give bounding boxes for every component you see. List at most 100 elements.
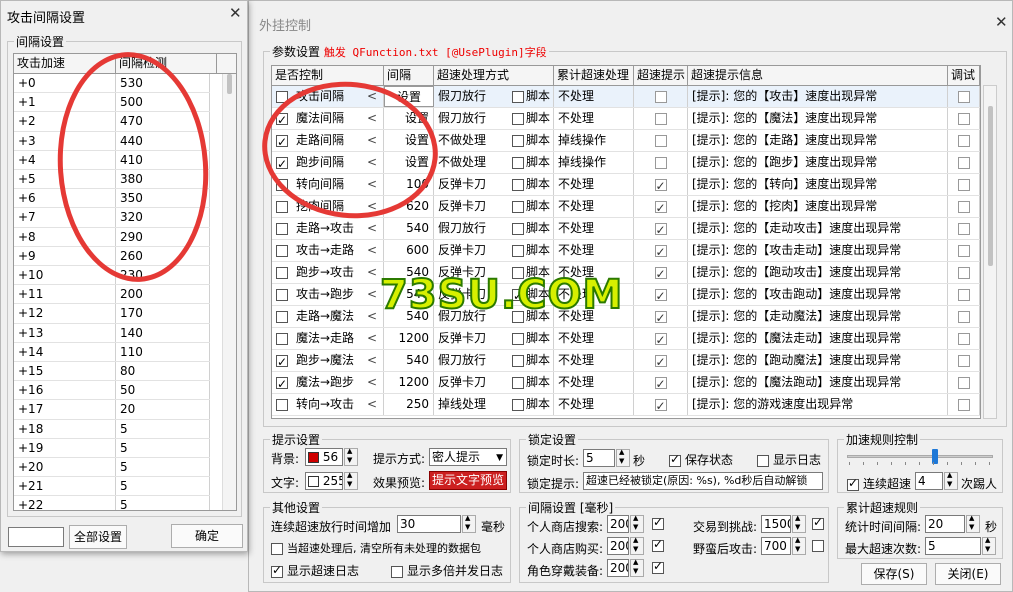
interval-cell[interactable]: 5 bbox=[116, 458, 210, 477]
control-checkbox[interactable] bbox=[276, 200, 288, 213]
control-cell[interactable]: 走路间隔 < bbox=[272, 130, 384, 151]
tip-message-cell[interactable]: [提示]: 您的【转向】速度出现异常 bbox=[688, 174, 948, 195]
debug-checkbox[interactable] bbox=[957, 266, 970, 279]
trade-checkbox[interactable] bbox=[812, 515, 824, 530]
tip-checkbox[interactable] bbox=[654, 396, 667, 415]
save-state-checkbox[interactable]: 保存状态 bbox=[669, 451, 733, 468]
text-color-swatch[interactable] bbox=[308, 476, 319, 487]
table-row[interactable]: 攻击间隔 < 设置 假刀放行 脚本 不处理 [提示]: 您的【攻击】速度出现异常 bbox=[272, 86, 980, 108]
shop-buy-input[interactable]: 200 bbox=[607, 537, 629, 555]
trade-input[interactable]: 1500 bbox=[761, 515, 791, 533]
debug-cell[interactable] bbox=[948, 86, 980, 107]
tip-cell[interactable] bbox=[634, 394, 688, 415]
tip-cell[interactable] bbox=[634, 372, 688, 393]
control-cell[interactable]: 攻击间隔 < bbox=[272, 86, 384, 107]
chevron-left-icon[interactable]: < bbox=[367, 372, 377, 393]
control-checkbox[interactable] bbox=[276, 352, 288, 371]
tip-checkbox[interactable] bbox=[654, 264, 667, 283]
control-checkbox[interactable] bbox=[276, 398, 288, 411]
show-log-box[interactable] bbox=[271, 563, 283, 578]
continuous-checkbox[interactable]: 连续超速 bbox=[847, 475, 911, 492]
table-row[interactable]: +15 80 bbox=[14, 362, 210, 382]
script-checkbox[interactable] bbox=[512, 222, 524, 235]
control-cell[interactable]: 魔法→走路 < bbox=[272, 328, 384, 349]
tip-message-cell[interactable]: [提示]: 您的【跑步】速度出现异常 bbox=[688, 152, 948, 173]
interval-cell[interactable]: 5 bbox=[116, 477, 210, 496]
interval-cell[interactable]: 20 bbox=[116, 400, 210, 419]
tip-checkbox[interactable] bbox=[654, 176, 667, 195]
kick-count-input[interactable]: 4 bbox=[915, 472, 943, 490]
table-row[interactable]: +21 5 bbox=[14, 477, 210, 497]
all-set-button[interactable]: 全部设置 bbox=[69, 525, 127, 549]
control-checkbox[interactable] bbox=[276, 244, 288, 257]
table-row[interactable]: +12 170 bbox=[14, 304, 210, 324]
tip-checkbox[interactable] bbox=[654, 242, 667, 261]
debug-checkbox[interactable] bbox=[957, 222, 970, 235]
control-cell[interactable]: 转向间隔 < bbox=[272, 174, 384, 195]
tip-message-cell[interactable]: [提示]: 您的【走动魔法】速度出现异常 bbox=[688, 306, 948, 327]
debug-cell[interactable] bbox=[948, 372, 980, 393]
chevron-left-icon[interactable]: < bbox=[367, 240, 377, 261]
tip-message-cell[interactable]: [提示]: 您的【跑动魔法】速度出现异常 bbox=[688, 350, 948, 371]
interval-cell[interactable]: 100 bbox=[384, 174, 434, 195]
debug-checkbox[interactable] bbox=[957, 200, 970, 213]
table-row[interactable]: +4 410 bbox=[14, 150, 210, 170]
clear-box[interactable] bbox=[271, 543, 283, 555]
accum-cell[interactable]: 掉线操作 bbox=[554, 152, 634, 173]
scrollbar-thumb[interactable] bbox=[227, 74, 232, 94]
debug-checkbox[interactable] bbox=[957, 310, 970, 323]
table-row[interactable]: 转向→攻击 <250 掉线处理 脚本不处理 [提示]: 您的游戏速度出现异常 bbox=[272, 394, 980, 416]
tip-message-cell[interactable]: [提示]: 您的游戏速度出现异常 bbox=[688, 394, 948, 415]
debug-checkbox[interactable] bbox=[957, 90, 970, 103]
col-header-control[interactable]: 是否控制 bbox=[272, 66, 384, 85]
tip-checkbox[interactable] bbox=[654, 134, 667, 147]
control-cell[interactable]: 魔法间隔 < bbox=[272, 108, 384, 129]
debug-checkbox[interactable] bbox=[957, 244, 970, 257]
table-row[interactable]: 魔法→跑步 <1200 反弹卡刀 脚本不处理 [提示]: 您的【魔法跑动】速度出现异常 bbox=[272, 372, 980, 394]
chevron-left-icon[interactable]: < bbox=[367, 328, 377, 349]
debug-checkbox[interactable] bbox=[957, 288, 970, 301]
table-row[interactable]: 跑步间隔 < 设置不做处理 脚本掉线操作 [提示]: 您的【跑步】速度出现异常 bbox=[272, 152, 980, 174]
show-log-checkbox[interactable]: 显示超速日志 bbox=[271, 562, 359, 579]
debug-checkbox[interactable] bbox=[957, 134, 970, 147]
method-cell[interactable]: 假刀放行 脚本 bbox=[434, 218, 554, 239]
chevron-left-icon[interactable]: < bbox=[367, 152, 377, 173]
table-row[interactable]: +7 320 bbox=[14, 208, 210, 228]
stat-interval-spinner[interactable] bbox=[966, 514, 980, 533]
script-checkbox[interactable] bbox=[512, 398, 524, 411]
table-row[interactable]: +9 260 bbox=[14, 246, 210, 266]
method-cell[interactable]: 假刀放行 脚本 bbox=[434, 86, 554, 107]
interval-cell[interactable]: 410 bbox=[116, 150, 210, 169]
trade-spinner[interactable] bbox=[792, 514, 806, 533]
script-checkbox[interactable] bbox=[512, 244, 524, 257]
tip-cell[interactable] bbox=[634, 152, 688, 173]
control-checkbox[interactable] bbox=[276, 178, 288, 191]
debug-cell[interactable] bbox=[948, 196, 980, 217]
mode-select[interactable]: 密人提示 bbox=[429, 448, 507, 466]
col-header-tip[interactable]: 超速提示 bbox=[634, 66, 688, 85]
interval-cell[interactable]: 350 bbox=[116, 189, 210, 208]
debug-checkbox[interactable] bbox=[957, 376, 970, 389]
col-header-interval[interactable]: 间隔 bbox=[384, 66, 434, 85]
table-row[interactable]: 转向间隔 <100 反弹卡刀 脚本不处理 [提示]: 您的【转向】速度出现异常 bbox=[272, 174, 980, 196]
accum-cell[interactable]: 不处理 bbox=[554, 86, 634, 107]
chevron-left-icon[interactable]: < bbox=[367, 350, 377, 371]
col-header-tip-msg[interactable]: 超速提示信息 bbox=[688, 66, 948, 85]
script-checkbox[interactable] bbox=[512, 376, 524, 389]
interval-cell[interactable]: 1200 bbox=[384, 328, 434, 349]
method-cell[interactable]: 反弹卡刀 脚本 bbox=[434, 372, 554, 393]
table-row[interactable]: +0 530 bbox=[14, 74, 210, 94]
interval-cell[interactable]: 540 bbox=[384, 218, 434, 239]
control-checkbox[interactable] bbox=[276, 288, 288, 301]
shop-buy-spinner[interactable] bbox=[630, 536, 644, 555]
interval-cell[interactable]: 50 bbox=[116, 381, 210, 400]
table-row[interactable]: +11 200 bbox=[14, 285, 210, 305]
scrollbar-thumb[interactable] bbox=[988, 106, 993, 266]
table-row[interactable]: 走路→攻击 <540 假刀放行 脚本不处理 [提示]: 您的【走动攻击】速度出现异常 bbox=[272, 218, 980, 240]
debug-cell[interactable] bbox=[948, 350, 980, 371]
interval-cell[interactable]: 540 bbox=[384, 350, 434, 371]
script-checkbox[interactable] bbox=[512, 156, 524, 169]
tip-cell[interactable] bbox=[634, 350, 688, 371]
shop-search-input[interactable]: 200 bbox=[607, 515, 629, 533]
equip-checkbox[interactable] bbox=[652, 559, 664, 574]
